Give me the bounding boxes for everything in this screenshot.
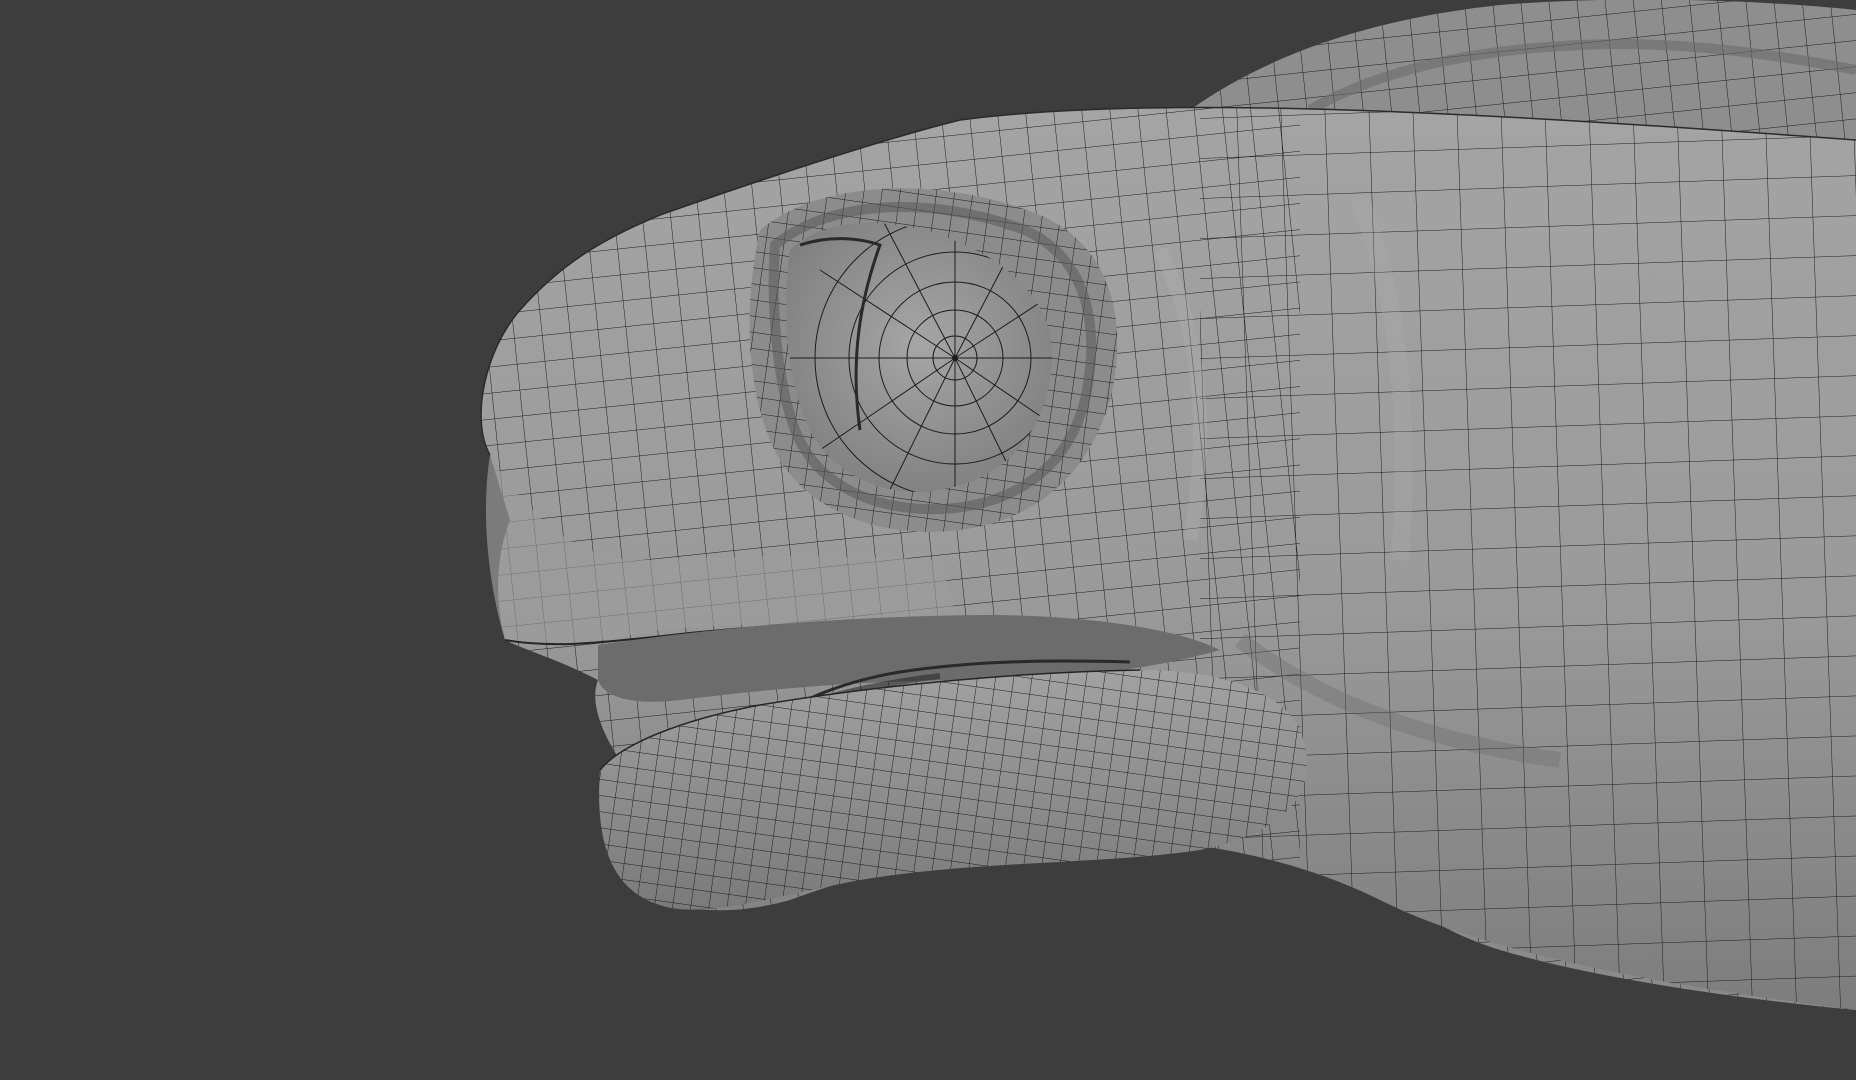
mesh-scene[interactable] (0, 0, 1856, 1080)
eye-pole-vertex (952, 355, 958, 361)
3d-viewport[interactable] (0, 0, 1856, 1080)
